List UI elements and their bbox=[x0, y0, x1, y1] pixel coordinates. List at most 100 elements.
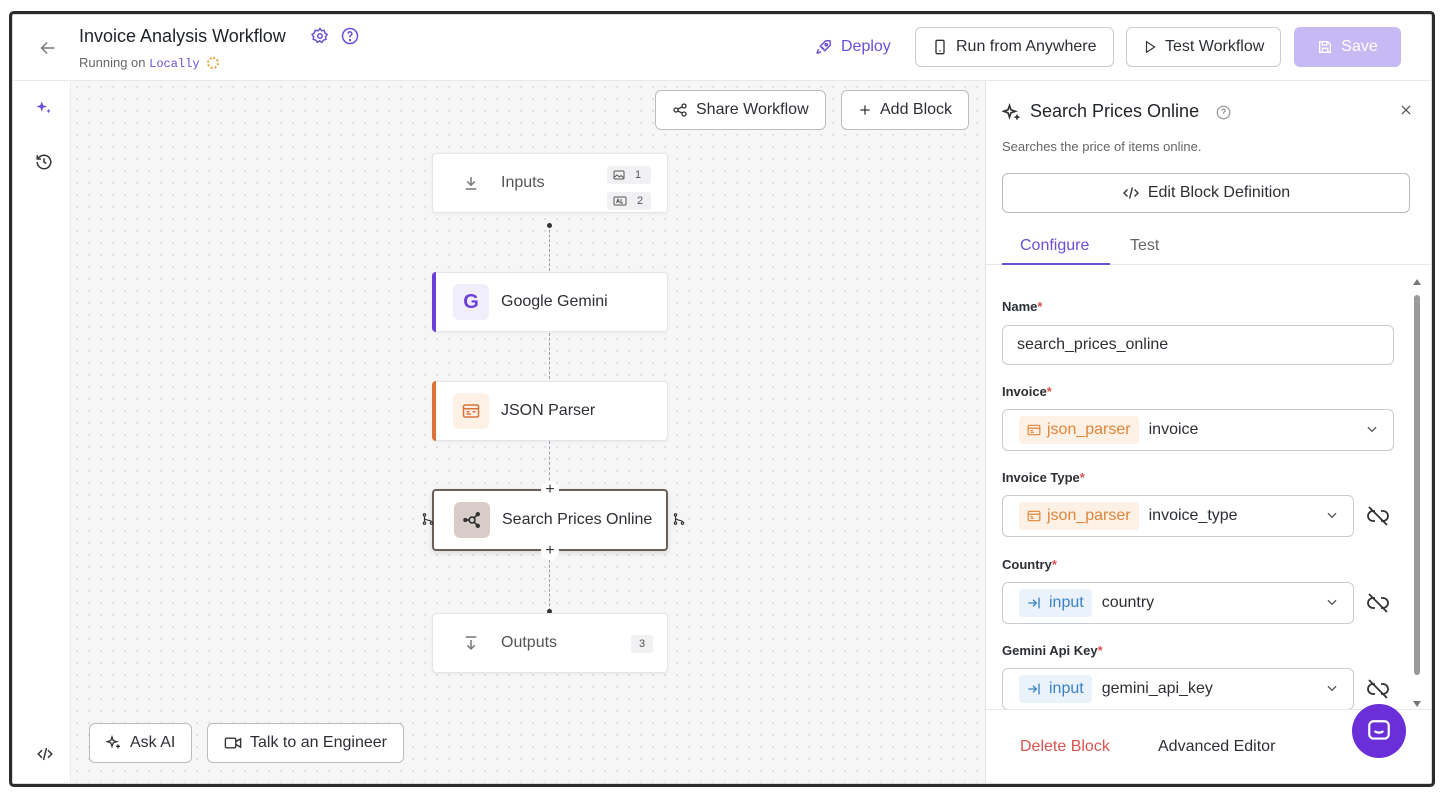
name-input[interactable]: search_prices_online bbox=[1002, 325, 1394, 365]
ask-ai-button[interactable]: Ask AI bbox=[89, 723, 193, 763]
chevron-down-icon bbox=[1325, 681, 1339, 695]
block-config-panel: Search Prices Online Searches the price … bbox=[985, 81, 1431, 783]
advanced-editor-button[interactable]: Advanced Editor bbox=[1158, 738, 1275, 756]
run-status: Running on Locally bbox=[79, 55, 220, 71]
tab-test[interactable]: Test bbox=[1130, 237, 1159, 255]
add-block-label: Add Block bbox=[880, 101, 953, 118]
branch-handle-left-icon[interactable] bbox=[421, 511, 435, 532]
source-name: json_parser bbox=[1047, 507, 1131, 524]
node-inputs-label: Inputs bbox=[501, 174, 545, 191]
source-tag: json_parser bbox=[1019, 416, 1139, 444]
name-label: Name* bbox=[1002, 299, 1042, 314]
save-label: Save bbox=[1341, 38, 1378, 55]
node-json-parser[interactable]: JSON Parser bbox=[432, 381, 668, 441]
gemini-api-key-select[interactable]: input gemini_api_key bbox=[1002, 668, 1354, 710]
code-icon[interactable] bbox=[35, 745, 53, 763]
panel-tabs: Configure Test bbox=[986, 231, 1431, 265]
node-gemini-label: Google Gemini bbox=[501, 293, 608, 310]
country-select[interactable]: input country bbox=[1002, 582, 1354, 624]
scroll-down-icon[interactable] bbox=[1412, 699, 1422, 709]
code-brackets-icon bbox=[1122, 187, 1139, 199]
unlink-icon[interactable] bbox=[1366, 677, 1390, 701]
google-gemini-icon: G bbox=[453, 284, 489, 320]
chevron-down-icon bbox=[1365, 422, 1379, 436]
input-arrow-icon bbox=[1028, 683, 1040, 695]
talk-engineer-label: Talk to an Engineer bbox=[250, 734, 387, 751]
scrollbar-thumb[interactable] bbox=[1414, 295, 1420, 675]
source-tag: input bbox=[1019, 675, 1092, 703]
test-workflow-button[interactable]: Test Workflow bbox=[1126, 27, 1282, 67]
add-node-below-button[interactable]: + bbox=[541, 542, 559, 560]
tab-configure[interactable]: Configure bbox=[1020, 237, 1089, 255]
unlink-icon[interactable] bbox=[1366, 504, 1390, 528]
branch-handle-right-icon[interactable] bbox=[672, 511, 686, 532]
close-icon[interactable] bbox=[1399, 103, 1415, 119]
invoice-type-label-text: Invoice Type bbox=[1002, 470, 1080, 485]
run-anywhere-label: Run from Anywhere bbox=[956, 38, 1097, 55]
output-count: 3 bbox=[631, 635, 653, 653]
run-from-anywhere-button[interactable]: Run from Anywhere bbox=[915, 27, 1114, 67]
download-icon bbox=[453, 165, 489, 201]
add-node-above-button[interactable]: + bbox=[541, 481, 559, 499]
source-tag: json_parser bbox=[1019, 502, 1139, 530]
test-workflow-label: Test Workflow bbox=[1165, 38, 1265, 55]
loading-spinner-icon bbox=[207, 57, 220, 69]
name-value: search_prices_online bbox=[1017, 336, 1169, 353]
scroll-up-icon[interactable] bbox=[1412, 277, 1422, 287]
app-window: Invoice Analysis Workflow Running on Loc… bbox=[12, 14, 1432, 784]
panel-scrollbar[interactable] bbox=[1412, 277, 1422, 709]
unlink-icon[interactable] bbox=[1366, 591, 1390, 615]
gemini-api-key-value: gemini_api_key bbox=[1101, 680, 1213, 697]
node-outputs-label: Outputs bbox=[501, 634, 558, 651]
image-input-count: 1 bbox=[607, 166, 651, 184]
node-inputs[interactable]: Inputs 1 2 bbox=[432, 153, 668, 213]
gemini-api-key-label-text: Gemini Api Key bbox=[1002, 643, 1098, 658]
sparkle-block-icon bbox=[1001, 102, 1022, 128]
save-button[interactable]: Save bbox=[1294, 27, 1401, 67]
history-icon[interactable] bbox=[35, 153, 53, 171]
workflow-canvas[interactable]: Share Workflow Add Block Inputs 1 2 G Go… bbox=[71, 81, 985, 783]
invoice-type-select[interactable]: json_parser invoice_type bbox=[1002, 495, 1354, 537]
chat-support-button[interactable] bbox=[1352, 704, 1406, 758]
node-search-label: Search Prices Online bbox=[502, 511, 653, 528]
connector-line bbox=[549, 333, 550, 379]
edit-block-definition-button[interactable]: Edit Block Definition bbox=[1002, 173, 1410, 213]
left-rail bbox=[13, 81, 71, 783]
connector-line bbox=[549, 555, 550, 611]
google-g-letter: G bbox=[463, 290, 479, 313]
required-mark: * bbox=[1046, 384, 1052, 399]
panel-description: Searches the price of items online. bbox=[1002, 139, 1202, 154]
chat-bubble-icon bbox=[1368, 720, 1390, 740]
panel-title: Search Prices Online bbox=[1030, 101, 1200, 121]
required-mark: * bbox=[1079, 470, 1085, 485]
ai-sparkle-icon[interactable] bbox=[35, 99, 53, 117]
run-status-prefix: Running on bbox=[79, 55, 146, 70]
run-target: Locally bbox=[149, 57, 200, 71]
panel-footer: Delete Block Advanced Editor bbox=[986, 704, 1431, 783]
json-parser-icon bbox=[453, 393, 489, 429]
panel-help-icon[interactable] bbox=[1216, 105, 1231, 125]
add-block-button[interactable]: Add Block bbox=[841, 90, 970, 130]
ask-ai-label: Ask AI bbox=[130, 734, 176, 751]
invoice-select[interactable]: json_parser invoice bbox=[1002, 409, 1394, 451]
sparkle-icon bbox=[106, 735, 120, 749]
node-accent-bar bbox=[432, 272, 436, 332]
talk-to-engineer-button[interactable]: Talk to an Engineer bbox=[207, 723, 404, 763]
back-arrow-icon[interactable] bbox=[37, 37, 59, 59]
gemini-api-key-label: Gemini Api Key* bbox=[1002, 643, 1103, 658]
node-google-gemini[interactable]: G Google Gemini bbox=[432, 272, 668, 332]
delete-block-button[interactable]: Delete Block bbox=[1020, 738, 1110, 756]
plus-icon bbox=[860, 105, 870, 115]
share-icon bbox=[673, 103, 687, 117]
share-workflow-button[interactable]: Share Workflow bbox=[655, 90, 826, 130]
required-mark: * bbox=[1037, 299, 1043, 314]
node-outputs[interactable]: Outputs 3 bbox=[432, 613, 668, 673]
text-count: 2 bbox=[637, 195, 644, 207]
settings-gear-icon[interactable] bbox=[311, 27, 329, 45]
node-accent-bar bbox=[432, 381, 436, 441]
deploy-button[interactable]: Deploy bbox=[799, 27, 907, 67]
country-label-text: Country bbox=[1002, 557, 1052, 572]
top-bar: Invoice Analysis Workflow Running on Loc… bbox=[13, 15, 1431, 81]
phone-icon bbox=[935, 39, 945, 55]
help-icon[interactable] bbox=[341, 27, 359, 45]
